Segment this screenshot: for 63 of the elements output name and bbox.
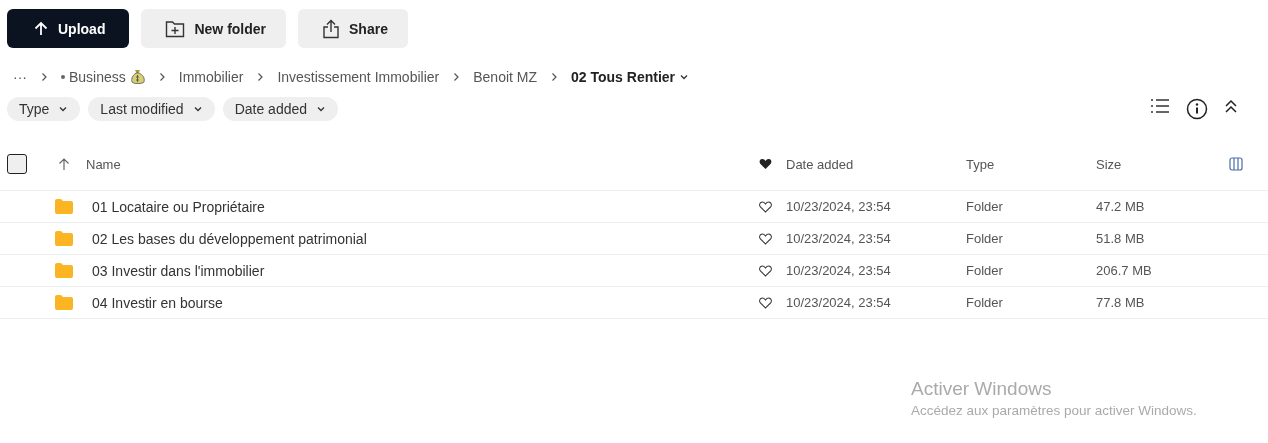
upload-button[interactable]: Upload <box>7 9 130 48</box>
favorite-heart-icon[interactable] <box>759 264 772 277</box>
dropdown-chevron-icon <box>679 72 690 82</box>
size-cell-text: 206.7 MB <box>1096 263 1153 278</box>
share-icon <box>322 18 341 39</box>
size-cell-text: 51.8 MB <box>1096 231 1146 246</box>
breadcrumb-item[interactable]: Benoit MZ <box>473 69 538 85</box>
column-header[interactable]: Size <box>1096 156 1226 172</box>
folder-icon <box>55 199 73 214</box>
breadcrumb-current[interactable]: 02 Tous Rentier <box>571 69 676 85</box>
chevron-icon <box>58 104 69 114</box>
type-cell-text: Folder <box>966 231 1004 246</box>
type-cell-text: Folder <box>966 263 1004 278</box>
heart-icon[interactable] <box>759 158 772 170</box>
date-cell-text: 10/23/2024, 23:54 <box>786 263 892 278</box>
column-header[interactable]: Date added <box>786 156 966 172</box>
sort-up-arrow-icon[interactable] <box>58 157 70 171</box>
money-bag-icon <box>129 69 145 85</box>
chevron-icon <box>192 104 203 114</box>
size-cell-text: 77.8 MB <box>1096 295 1146 310</box>
favorite-heart-icon[interactable] <box>759 296 772 309</box>
breadcrumb-more[interactable]: ··· <box>13 69 27 85</box>
chevron-right-icon <box>550 72 559 82</box>
breadcrumb-item[interactable]: Investissement Immobilier <box>277 69 440 85</box>
type-cell-text: Folder <box>966 295 1004 310</box>
column-header[interactable]: Type <box>966 156 1096 172</box>
dot-icon <box>61 75 65 79</box>
activation-text: Accédez aux paramètres pour activer Windows. <box>911 403 1197 418</box>
select-all-checkbox[interactable] <box>7 154 27 174</box>
date-cell-text: 10/23/2024, 23:54 <box>786 295 892 310</box>
folder-plus-icon <box>165 19 186 38</box>
date-cell-text: 10/23/2024, 23:54 <box>786 199 892 214</box>
list-view-icon[interactable] <box>1150 98 1170 114</box>
chevron-right-icon <box>256 72 265 82</box>
folder-icon <box>55 263 73 278</box>
breadcrumb-item[interactable]: Immobilier <box>178 69 244 85</box>
chevron-icon <box>316 104 327 114</box>
collapse-icon[interactable] <box>1224 98 1238 114</box>
size-cell-text: 47.2 MB <box>1096 199 1146 214</box>
folder-icon <box>55 231 73 246</box>
favorite-heart-icon[interactable] <box>759 232 772 245</box>
filter-dropdown[interactable]: Last modified <box>88 97 215 121</box>
type-cell-text: Folder <box>966 199 1004 214</box>
folder-name[interactable]: 03 Investir dans l'immobilier <box>86 262 745 279</box>
folder-name[interactable]: 01 Locataire ou Propriétaire <box>86 198 745 215</box>
chevron-right-icon <box>40 72 48 82</box>
column-header[interactable]: Name <box>86 156 745 172</box>
chevron-right-icon <box>157 72 166 82</box>
filter-dropdown[interactable]: Date added <box>222 97 339 121</box>
date-cell-text: 10/23/2024, 23:54 <box>786 231 892 246</box>
folder-name[interactable]: 02 Les bases du développement patrimonial <box>86 230 745 247</box>
filter-dropdown[interactable]: Type <box>7 97 81 121</box>
favorite-heart-icon[interactable] <box>759 200 772 213</box>
chevron-right-icon <box>452 72 461 82</box>
breadcrumb-item[interactable]: Business <box>69 69 126 85</box>
columns-icon[interactable] <box>1229 157 1243 171</box>
folder-icon <box>55 295 73 310</box>
share-button[interactable]: Share <box>298 9 408 48</box>
activation-title: Activer Windows <box>911 378 1053 400</box>
upload-arrow-icon <box>33 20 49 37</box>
info-icon[interactable] <box>1186 98 1208 120</box>
new-folder-button[interactable]: New folder <box>141 9 287 48</box>
folder-name[interactable]: 04 Investir en bourse <box>86 294 745 311</box>
